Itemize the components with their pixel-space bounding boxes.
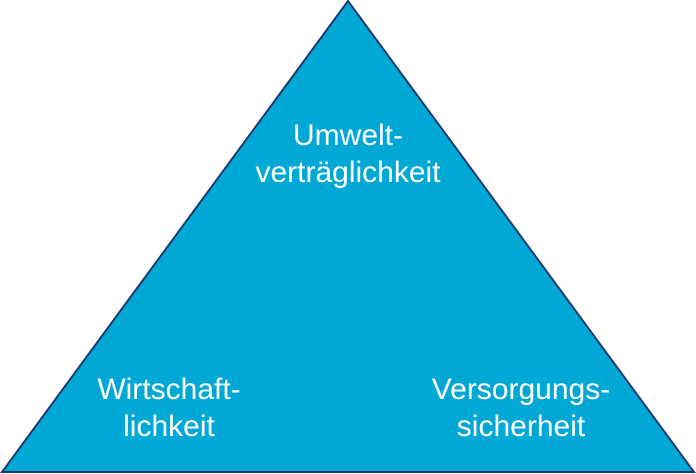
bottom-left-vertex-label-line-2: lichkeit — [123, 410, 215, 443]
top-vertex-label-line-2: verträglichkeit — [255, 156, 441, 189]
bottom-left-vertex-label-line-1: Wirtschaft- — [97, 373, 241, 406]
bottom-right-vertex-label-line-2: sicherheit — [456, 410, 586, 443]
bottom-left-vertex-label: Wirtschaft- lichkeit — [34, 371, 304, 445]
bottom-right-vertex-label: Versorgungs- sicherheit — [386, 371, 656, 445]
top-vertex-label-line-1: Umwelt- — [293, 119, 403, 152]
bottom-right-vertex-label-line-1: Versorgungs- — [431, 373, 611, 406]
top-vertex-label: Umwelt- verträglichkeit — [198, 117, 498, 191]
